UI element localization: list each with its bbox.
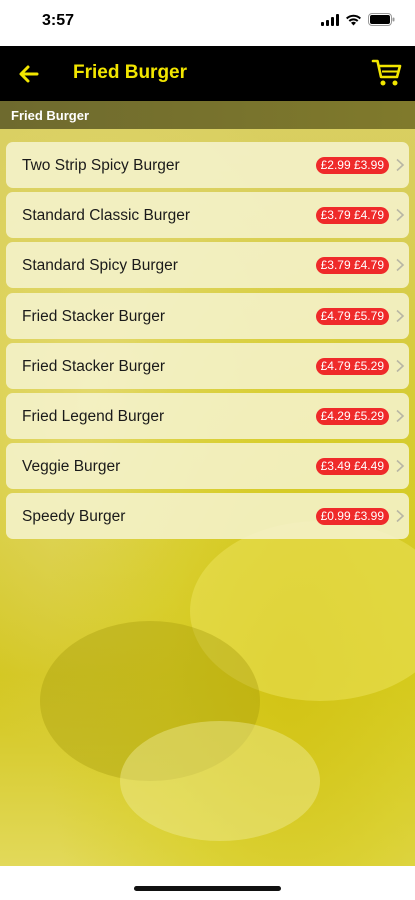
wifi-icon	[346, 14, 361, 25]
status-time: 3:57	[42, 12, 75, 29]
menu-item[interactable]: Speedy Burger £0.99 £3.99	[6, 493, 409, 540]
menu-list: Two Strip Spicy Burger £2.99 £3.99 Stand…	[6, 142, 409, 544]
status-bar: 3:57	[0, 0, 415, 46]
cart-icon	[371, 59, 402, 86]
menu-item-name: Standard Classic Burger	[22, 207, 190, 225]
page-title: Fried Burger	[73, 62, 188, 83]
price-badge: £4.79 £5.29	[315, 357, 389, 375]
status-icons	[321, 13, 395, 26]
menu-item-name: Fried Stacker Burger	[22, 307, 165, 325]
home-area	[0, 866, 415, 900]
chevron-right-icon	[396, 409, 405, 423]
battery-icon	[368, 13, 395, 26]
cart-button[interactable]	[371, 58, 403, 88]
menu-item-name: Fried Stacker Burger	[22, 357, 165, 375]
menu-item-name: Speedy Burger	[22, 508, 126, 526]
price-badge: £2.99 £3.99	[315, 157, 389, 174]
chevron-right-icon	[396, 359, 405, 372]
chevron-right-icon	[396, 158, 405, 172]
chevron-right-icon	[396, 510, 405, 523]
menu-item[interactable]: Standard Spicy Burger £3.79 £4.79	[6, 242, 409, 289]
price-badge: £4.79 £5.79	[315, 307, 389, 325]
home-indicator[interactable]	[134, 886, 281, 891]
arrow-left-icon	[19, 65, 39, 83]
chevron-right-icon	[396, 460, 405, 473]
nav-bar: Fried Burger	[0, 46, 415, 101]
menu-item[interactable]: Fried Legend Burger £4.29 £5.29	[6, 392, 409, 439]
chevron-right-icon	[396, 309, 405, 322]
price-badge: £4.29 £5.29	[315, 407, 389, 425]
chevron-right-icon	[396, 209, 405, 222]
price-badge: £0.99 £3.99	[315, 508, 389, 526]
price-badge: £3.79 £4.79	[315, 207, 389, 225]
menu-item-name: Two Strip Spicy Burger	[22, 157, 180, 174]
chevron-right-icon	[396, 259, 405, 272]
section-title: Fried Burger	[11, 108, 90, 123]
price-badge: £3.79 £4.79	[315, 257, 389, 275]
background-food-image-highlight	[120, 721, 320, 841]
signal-icon	[321, 13, 339, 26]
menu-item[interactable]: Two Strip Spicy Burger £2.99 £3.99	[6, 142, 409, 188]
menu-item-name: Fried Legend Burger	[22, 407, 165, 425]
section-header: Fried Burger	[0, 101, 415, 129]
price-badge: £3.49 £4.49	[315, 458, 389, 476]
menu-item[interactable]: Standard Classic Burger £3.79 £4.79	[6, 192, 409, 239]
menu-item[interactable]: Veggie Burger £3.49 £4.49	[6, 443, 409, 490]
menu-item[interactable]: Fried Stacker Burger £4.79 £5.79	[6, 292, 409, 339]
back-button[interactable]	[14, 60, 44, 88]
menu-item-name: Standard Spicy Burger	[22, 257, 178, 275]
menu-item[interactable]: Fried Stacker Burger £4.79 £5.29	[6, 342, 409, 389]
menu-content[interactable]: Fried Burger Two Strip Spicy Burger £2.9…	[0, 101, 415, 866]
menu-item-name: Veggie Burger	[22, 458, 121, 476]
